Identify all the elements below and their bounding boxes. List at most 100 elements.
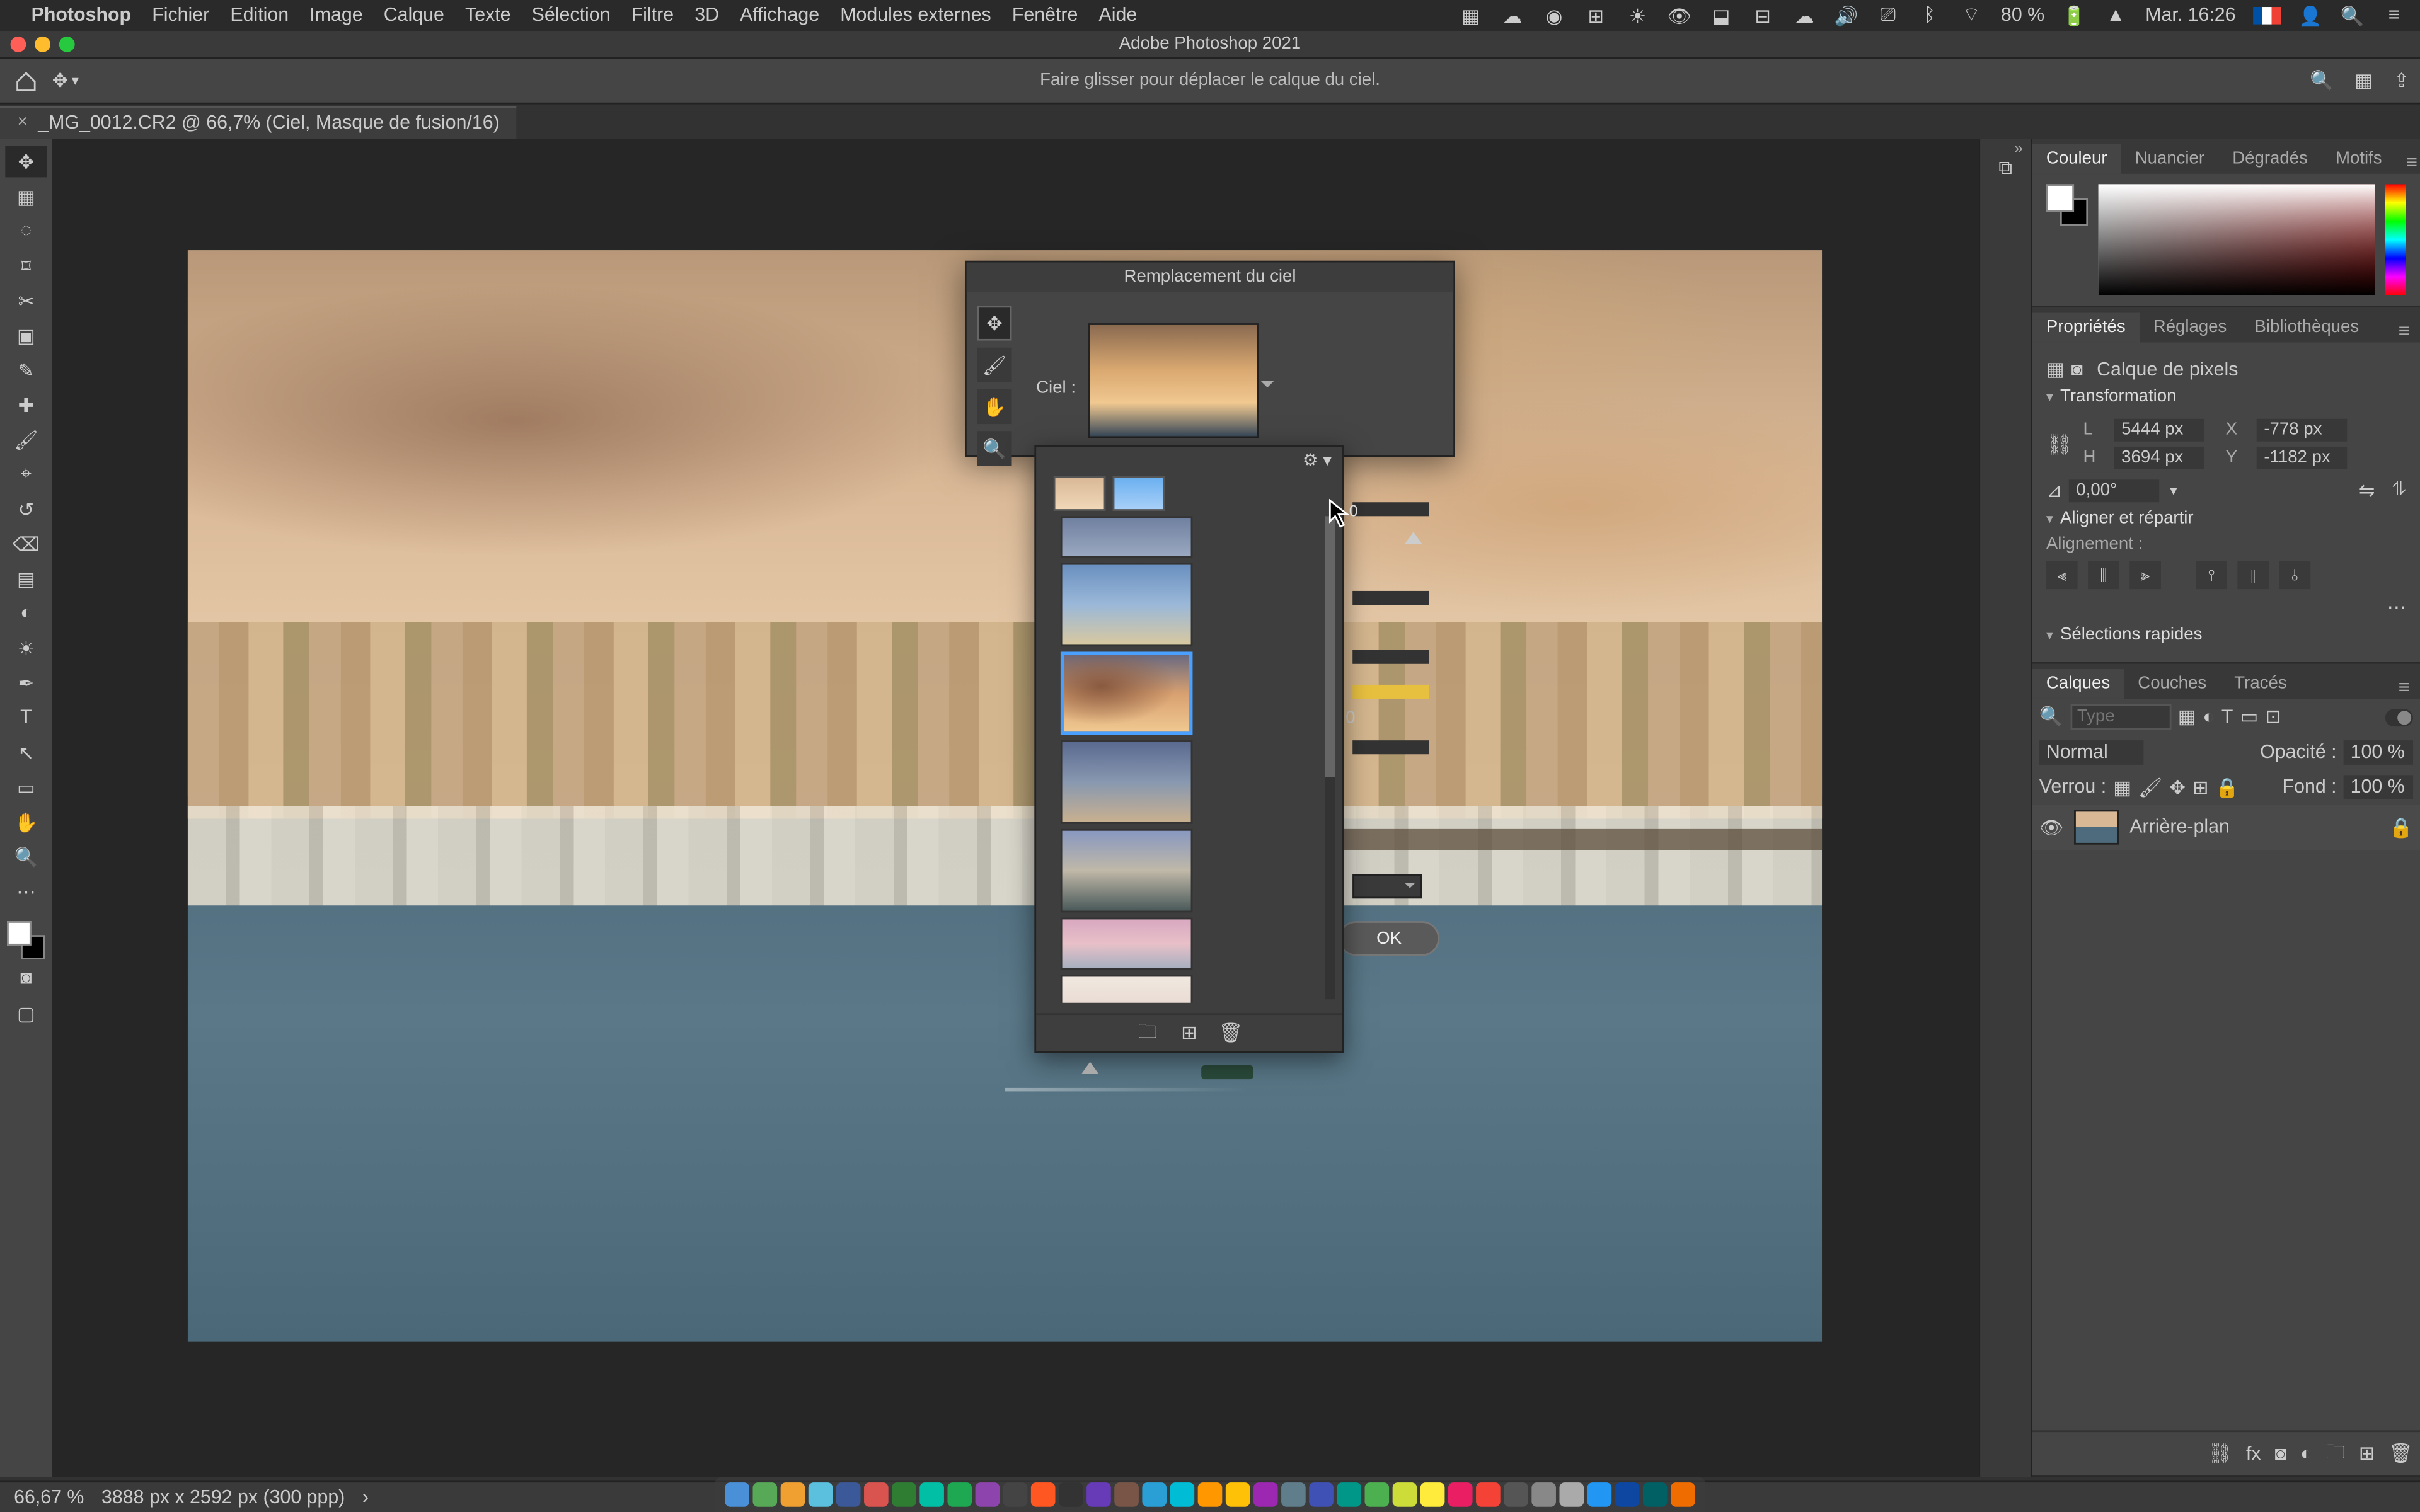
menubar-cloud-icon[interactable]: ☁ — [1501, 4, 1525, 28]
menubar-spotlight-icon[interactable]: 🔍 — [2340, 4, 2365, 28]
panel-menu-icon[interactable]: ≡ — [2396, 153, 2420, 174]
menubar-cc-icon[interactable]: ◉ — [1542, 4, 1567, 28]
align-top-button[interactable]: ⫯ — [2196, 561, 2227, 589]
menu-selection[interactable]: Sélection — [532, 5, 611, 26]
tool-shape[interactable]: ▭ — [5, 772, 47, 803]
sky-brush-tool[interactable]: 🖌 — [977, 348, 1011, 382]
value-height[interactable]: 3694 px — [2114, 447, 2204, 469]
tool-heal[interactable]: ✚ — [5, 389, 47, 421]
dock-app-0[interactable] — [725, 1482, 749, 1507]
dock-app-20[interactable] — [1281, 1482, 1306, 1507]
filter-shape-icon[interactable]: ▭ — [2240, 706, 2258, 728]
presets-scrollbar[interactable] — [1325, 516, 1335, 999]
align-right-button[interactable]: ⫸ — [2129, 561, 2161, 589]
tab-motifs[interactable]: Motifs — [2322, 144, 2396, 174]
align-vcenter-button[interactable]: ⫲ — [2237, 561, 2269, 589]
menubar-clock[interactable]: Mar. 16:26 — [2145, 5, 2235, 26]
value-angle[interactable]: 0,00° — [2069, 479, 2159, 502]
menu-image[interactable]: Image — [309, 5, 362, 26]
sky-preset-6[interactable] — [1061, 918, 1193, 970]
dock-app-32[interactable] — [1615, 1482, 1640, 1507]
tool-move[interactable]: ✥ — [5, 146, 47, 178]
tool-zoom[interactable]: 🔍 — [5, 841, 47, 873]
lock-paint-icon[interactable]: 🖌 — [2138, 776, 2163, 799]
panel-menu-icon[interactable]: ≡ — [2388, 321, 2420, 342]
dock-app-29[interactable] — [1531, 1482, 1556, 1507]
dock-app-11[interactable] — [1031, 1482, 1056, 1507]
tab-bibliotheques[interactable]: Bibliothèques — [2240, 313, 2373, 343]
tool-stamp[interactable]: ⌖ — [5, 459, 47, 490]
menubar-volume-icon[interactable]: 🔊 — [1834, 4, 1858, 28]
slider-1[interactable] — [1352, 502, 1429, 516]
home-button[interactable] — [11, 65, 42, 96]
layer-thumbnail[interactable] — [2074, 810, 2119, 845]
layer-filter-type[interactable] — [2070, 704, 2171, 730]
close-tab-icon[interactable]: × — [18, 113, 28, 132]
dock-app-5[interactable] — [864, 1482, 889, 1507]
dock-app-24[interactable] — [1393, 1482, 1417, 1507]
menu-fichier[interactable]: Fichier — [152, 5, 209, 26]
share-icon[interactable]: ⇪ — [2394, 69, 2409, 92]
link-layers-icon[interactable]: ⛓ — [2208, 1443, 2232, 1465]
menubar-battery-icon[interactable]: 🔋 — [2062, 4, 2087, 28]
section-selections-rapides[interactable]: Sélections rapides — [2046, 626, 2406, 644]
slider-2[interactable] — [1352, 591, 1429, 605]
tab-reglages[interactable]: Réglages — [2140, 313, 2241, 343]
lock-artboard-icon[interactable]: ⊞ — [2192, 776, 2208, 799]
tool-brush[interactable]: 🖌 — [5, 424, 47, 455]
filter-type-icon[interactable]: T — [2221, 706, 2233, 727]
slider-5[interactable] — [1352, 740, 1429, 754]
menubar-user-icon[interactable]: 👤 — [2298, 4, 2323, 28]
add-preset-icon[interactable]: ⊞ — [1177, 1021, 1202, 1046]
angle-dropdown-icon[interactable]: ▾ — [2170, 483, 2177, 499]
menubar-bluetooth-icon[interactable]: ᛒ — [1918, 4, 1942, 28]
status-arrow-icon[interactable]: › — [362, 1487, 369, 1508]
slider-4[interactable] — [1352, 685, 1429, 699]
delete-layer-icon[interactable]: 🗑 — [2388, 1443, 2413, 1465]
menubar-dropbox-icon[interactable]: ⬓ — [1709, 4, 1734, 28]
tool-pen[interactable]: ✒ — [5, 667, 47, 699]
sky-category-blue[interactable] — [1113, 476, 1165, 511]
tab-degrades[interactable]: Dégradés — [2218, 144, 2322, 174]
dock-app-13[interactable] — [1086, 1482, 1111, 1507]
menubar-display-icon[interactable]: ⎚ — [1876, 4, 1900, 28]
color-swatches[interactable] — [7, 921, 45, 959]
align-hcenter-button[interactable]: ⫼ — [2088, 561, 2119, 589]
menu-filtre[interactable]: Filtre — [631, 5, 674, 26]
section-transformation[interactable]: Transformation — [2046, 387, 2406, 406]
sky-category-sunset[interactable] — [1054, 476, 1106, 511]
tab-traces[interactable]: Tracés — [2220, 669, 2300, 699]
layer-row[interactable]: 👁 Arrière-plan 🔒 — [2032, 805, 2420, 850]
app-name[interactable]: Photoshop — [32, 5, 131, 26]
dock-app-31[interactable] — [1587, 1482, 1612, 1507]
menu-affichage[interactable]: Affichage — [740, 5, 819, 26]
value-width[interactable]: 5444 px — [2114, 419, 2204, 442]
flip-h-icon[interactable]: ⇋ — [2359, 479, 2375, 502]
tool-artboard[interactable]: ▦ — [5, 181, 47, 212]
dock-app-2[interactable] — [781, 1482, 805, 1507]
tool-eraser[interactable]: ⌫ — [5, 529, 47, 560]
layer-lock-icon[interactable]: 🔒 — [2389, 816, 2413, 839]
layer-fx-icon[interactable]: fx — [2246, 1443, 2261, 1464]
layer-mask-icon[interactable]: ◙ — [2275, 1443, 2286, 1464]
dock-app-27[interactable] — [1476, 1482, 1501, 1507]
menubar-eye-icon[interactable]: 👁 — [1667, 4, 1691, 28]
menubar-drive-icon[interactable]: ⊟ — [1751, 4, 1775, 28]
dock-app-9[interactable] — [976, 1482, 1000, 1507]
tab-couches[interactable]: Couches — [2124, 669, 2220, 699]
filter-search-icon[interactable]: 🔍 — [2039, 706, 2063, 728]
output-dropdown[interactable] — [1352, 874, 1422, 899]
dock-app-23[interactable] — [1365, 1482, 1390, 1507]
tool-dodge[interactable]: ☀ — [5, 633, 47, 664]
dock-app-10[interactable] — [1003, 1482, 1028, 1507]
layer-group-icon[interactable]: 🗀 — [2326, 1437, 2345, 1470]
tool-blur[interactable]: ◐ — [5, 598, 47, 629]
menu-3d[interactable]: 3D — [694, 5, 719, 26]
presets-gear-icon[interactable]: ⚙ ▾ — [1303, 452, 1332, 471]
dock-app-8[interactable] — [947, 1482, 972, 1507]
dock-app-34[interactable] — [1671, 1482, 1695, 1507]
thumbnail-size-handle[interactable] — [1081, 1062, 1099, 1074]
document-tab[interactable]: × _MG_0012.CR2 @ 66,7% (Ciel, Masque de … — [0, 105, 517, 138]
menu-aide[interactable]: Aide — [1099, 5, 1138, 26]
menu-fenetre[interactable]: Fenêtre — [1012, 5, 1078, 26]
